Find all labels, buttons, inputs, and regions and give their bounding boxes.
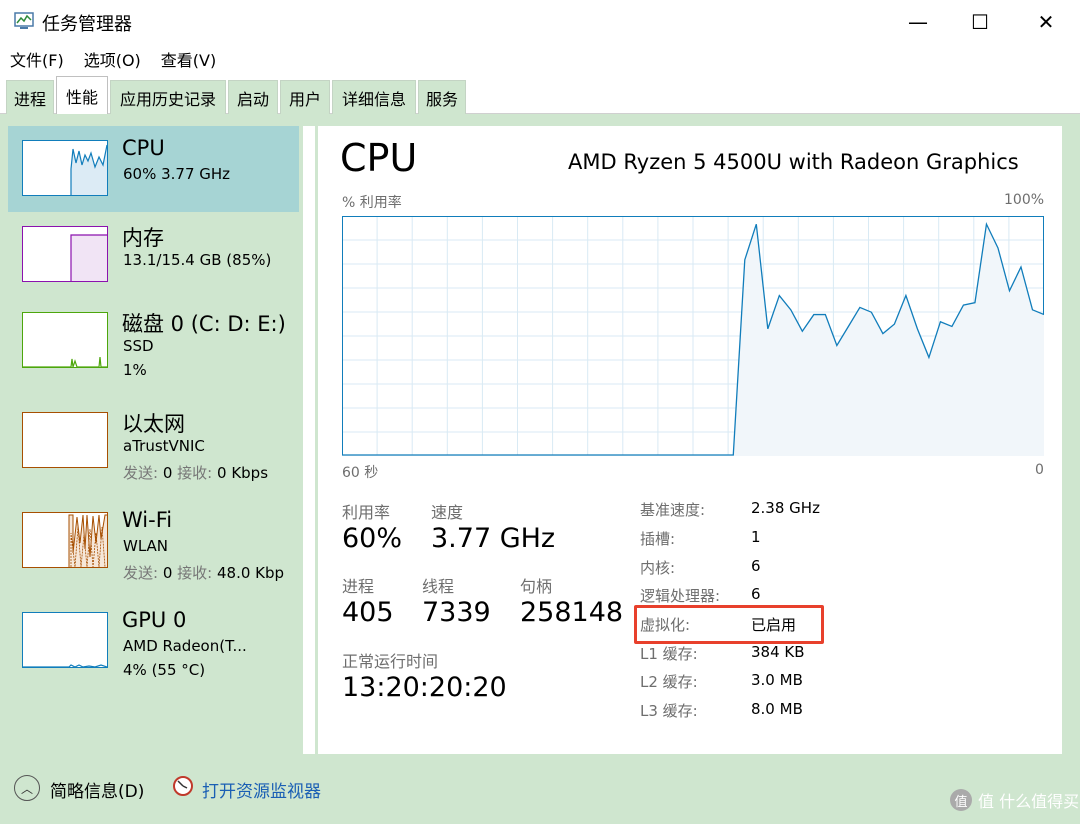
gpu-item-title: GPU 0: [122, 608, 187, 632]
virtualization-highlight-box: [634, 605, 824, 644]
detail-value-l3-cache: 8.0 MB: [751, 700, 803, 718]
minimize-button[interactable]: —: [886, 0, 950, 44]
cpu-usage-graph: [342, 216, 1044, 456]
gpu-item-usage: 4% (55 °C): [123, 661, 206, 679]
close-button[interactable]: ✕: [1014, 0, 1078, 44]
graph-time-start: 60 秒: [342, 465, 379, 481]
wifi-item-throughput: 发送: 0 接收: 48.0 Kbp: [123, 564, 285, 582]
detail-value-cores: 6: [751, 557, 761, 575]
wifi-thumbnail: [22, 512, 108, 568]
watermark-text: 值 什么值得买: [978, 792, 1080, 811]
memory-item-usage: 13.1/15.4 GB (85%): [123, 251, 272, 269]
tab-details[interactable]: 详细信息: [332, 80, 416, 114]
open-resource-monitor-link[interactable]: 打开资源监视器: [202, 777, 321, 802]
menu-options[interactable]: 选项(O): [84, 47, 141, 71]
tab-startup[interactable]: 启动: [228, 80, 278, 114]
watermark: 值值 什么值得买: [950, 788, 1079, 812]
bottom-bar: [0, 758, 1080, 824]
disk-item-title: 磁盘 0 (C: D: E:): [122, 312, 286, 336]
cpu-thumbnail: [22, 140, 108, 196]
detail-label-sockets: 插槽:: [640, 530, 676, 548]
detail-value-sockets: 1: [751, 528, 761, 546]
wifi-item-adapter: WLAN: [123, 537, 169, 555]
gpu-thumbnail-graph: [23, 664, 107, 667]
resource-monitor-icon[interactable]: [172, 775, 194, 797]
tab-services[interactable]: 服务: [418, 80, 466, 114]
memory-item-title: 内存: [122, 226, 164, 250]
graph-label-utilization: % 利用率: [342, 195, 402, 211]
detail-label-base-speed: 基准速度:: [640, 501, 706, 519]
cpu-thumbnail-graph: [70, 144, 107, 195]
maximize-button[interactable]: ☐: [948, 0, 1012, 44]
graph-label-max: 100%: [1004, 192, 1045, 208]
resource-list-scrollbar[interactable]: [303, 126, 315, 754]
detail-value-l1-cache: 384 KB: [751, 643, 805, 661]
uptime-value: 13:20:20:20: [342, 672, 507, 703]
processes-label: 进程: [342, 577, 375, 596]
speed-label: 速度: [431, 503, 464, 522]
menu-view[interactable]: 查看(V): [161, 47, 216, 71]
tab-processes[interactable]: 进程: [6, 80, 54, 114]
tab-users[interactable]: 用户: [280, 80, 330, 114]
disk-thumbnail: [22, 312, 108, 368]
processes-value: 405: [342, 597, 394, 628]
cpu-model-name: AMD Ryzen 5 4500U with Radeon Graphics: [568, 150, 1019, 174]
detail-label-l3-cache: L3 缓存:: [640, 702, 698, 720]
disk-thumbnail-graph: [23, 356, 107, 367]
menu-bar: 文件(F) 选项(O) 查看(V): [0, 44, 1080, 74]
cpu-item-title: CPU: [122, 136, 165, 160]
resource-item-cpu[interactable]: CPU 60% 3.77 GHz: [8, 126, 299, 212]
tab-app-history[interactable]: 应用历史记录: [110, 80, 226, 114]
threads-value: 7339: [422, 597, 491, 628]
ethernet-item-throughput: 发送: 0 接收: 0 Kbps: [123, 464, 269, 482]
handles-value: 258148: [520, 597, 624, 628]
detail-value-logical-processors: 6: [751, 585, 761, 603]
fewer-details-link[interactable]: 简略信息(D): [50, 777, 144, 802]
uptime-label: 正常运行时间: [342, 652, 439, 671]
threads-label: 线程: [422, 577, 455, 596]
detail-value-l2-cache: 3.0 MB: [751, 671, 803, 689]
resource-item-disk[interactable]: 磁盘 0 (C: D: E:) SSD 1%: [8, 298, 299, 384]
handles-label: 句柄: [520, 577, 553, 596]
task-manager-icon: [14, 12, 34, 29]
graph-time-end: 0: [1035, 462, 1044, 478]
speed-value: 3.77 GHz: [431, 523, 556, 554]
chevron-up-icon[interactable]: ︿: [14, 775, 40, 801]
window-title: 任务管理器: [42, 14, 132, 35]
cpu-item-usage: 60% 3.77 GHz: [123, 165, 231, 183]
resource-item-ethernet[interactable]: 以太网 aTrustVNIC 发送: 0 接收: 0 Kbps: [8, 398, 299, 484]
detail-label-l1-cache: L1 缓存:: [640, 645, 698, 663]
gpu-thumbnail: [22, 612, 108, 668]
ethernet-item-adapter: aTrustVNIC: [123, 437, 205, 455]
detail-label-logical-processors: 逻辑处理器:: [640, 587, 721, 605]
tab-performance[interactable]: 性能: [56, 76, 108, 115]
ethernet-item-title: 以太网: [122, 412, 185, 436]
memory-thumbnail-graph: [70, 234, 107, 281]
wifi-item-title: Wi-Fi: [122, 508, 173, 532]
tab-bar: 进程 性能 应用历史记录 启动 用户 详细信息 服务: [0, 74, 1080, 115]
utilization-label: 利用率: [342, 503, 391, 522]
title-bar: 任务管理器 — ☐ ✕: [0, 0, 1080, 44]
disk-item-type: SSD: [123, 337, 154, 355]
resource-item-gpu[interactable]: GPU 0 AMD Radeon(T... 4% (55 °C): [8, 598, 299, 684]
cpu-heading: CPU: [340, 136, 418, 180]
ethernet-thumbnail: [22, 412, 108, 468]
watermark-logo-icon: 值: [950, 789, 972, 811]
detail-label-l2-cache: L2 缓存:: [640, 673, 698, 691]
menu-file[interactable]: 文件(F): [10, 47, 64, 71]
disk-item-usage: 1%: [123, 361, 147, 379]
detail-value-base-speed: 2.38 GHz: [751, 499, 820, 517]
wifi-thumbnail-graph: [68, 514, 107, 567]
utilization-value: 60%: [342, 523, 403, 554]
resource-item-wifi[interactable]: Wi-Fi WLAN 发送: 0 接收: 48.0 Kbp: [8, 498, 299, 584]
memory-thumbnail: [22, 226, 108, 282]
gpu-item-model: AMD Radeon(T...: [123, 637, 247, 655]
resource-item-memory[interactable]: 内存 13.1/15.4 GB (85%): [8, 212, 299, 298]
detail-label-cores: 内核:: [640, 559, 676, 577]
